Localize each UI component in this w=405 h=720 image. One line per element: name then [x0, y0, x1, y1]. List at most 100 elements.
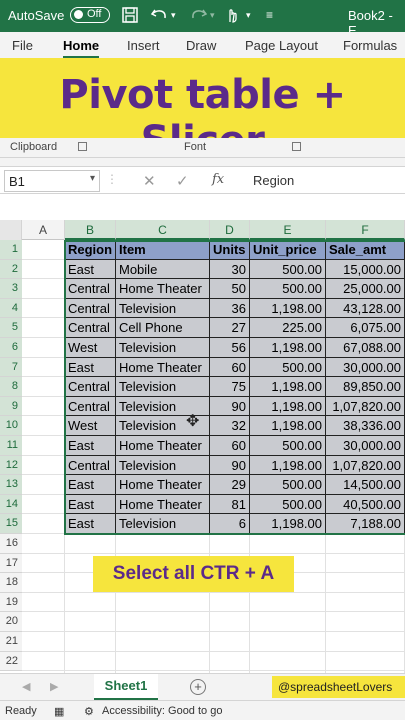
table-cell[interactable]: East	[65, 494, 116, 515]
table-cell[interactable]: Home Theater	[116, 475, 210, 495]
table-cell[interactable]: 30,000.00	[326, 436, 405, 456]
select-all-corner[interactable]	[0, 220, 22, 240]
touch-dropdown-icon[interactable]: ▾	[246, 6, 251, 24]
table-cell[interactable]: East	[65, 475, 116, 495]
row-header-21[interactable]: 21	[0, 632, 22, 652]
column-header-b[interactable]: B	[65, 220, 116, 240]
table-cell[interactable]: 40,500.00	[326, 494, 405, 515]
undo-dropdown-icon[interactable]: ▾	[171, 6, 176, 24]
table-cell[interactable]: 1,198.00	[250, 298, 326, 319]
table-cell[interactable]: Central	[65, 377, 116, 397]
column-header-f[interactable]: F	[326, 220, 405, 240]
undo-icon[interactable]	[150, 6, 170, 29]
table-cell[interactable]: East	[65, 259, 116, 280]
cancel-icon[interactable]: ✕	[143, 172, 156, 190]
table-cell[interactable]: 14,500.00	[326, 475, 405, 495]
table-cell[interactable]: 38,336.00	[326, 416, 405, 436]
row-header-18[interactable]: 18	[0, 573, 22, 593]
table-cell[interactable]: East	[65, 436, 116, 456]
table-cell[interactable]: Television	[116, 514, 210, 534]
table-cell[interactable]: 27	[210, 318, 250, 338]
prev-sheet-icon[interactable]: ◀	[22, 680, 30, 693]
table-cell[interactable]: 25,000.00	[326, 279, 405, 299]
table-cell[interactable]: Home Theater	[116, 279, 210, 299]
table-cell[interactable]: 75	[210, 377, 250, 397]
sheet-tab-sheet1[interactable]: Sheet1	[94, 674, 158, 701]
table-cell[interactable]: 1,198.00	[250, 455, 326, 476]
row-header-4[interactable]: 4	[0, 298, 22, 319]
table-cell[interactable]: Central	[65, 396, 116, 417]
table-cell[interactable]: 43,128.00	[326, 298, 405, 319]
column-header-c[interactable]: C	[116, 220, 210, 240]
table-header-cell[interactable]: Item	[116, 240, 210, 260]
touch-mode-icon[interactable]	[225, 6, 241, 29]
table-cell[interactable]: 500.00	[250, 279, 326, 299]
row-header-8[interactable]: 8	[0, 377, 22, 397]
table-cell[interactable]: 30	[210, 259, 250, 280]
table-cell[interactable]: 6	[210, 514, 250, 534]
table-cell[interactable]: 32	[210, 416, 250, 436]
table-cell[interactable]: Central	[65, 318, 116, 338]
save-icon[interactable]	[121, 6, 139, 29]
row-header-12[interactable]: 12	[0, 455, 22, 476]
table-cell[interactable]: Central	[65, 455, 116, 476]
table-cell[interactable]: Home Theater	[116, 357, 210, 378]
table-cell[interactable]: Home Theater	[116, 436, 210, 456]
tab-home[interactable]: Home	[63, 38, 100, 59]
next-sheet-icon[interactable]: ▶	[50, 680, 58, 693]
autosave-toggle[interactable]: Off	[70, 7, 110, 23]
row-header-20[interactable]: 20	[0, 612, 22, 632]
table-cell[interactable]: 7,188.00	[326, 514, 405, 534]
add-sheet-button[interactable]: +	[190, 679, 206, 695]
table-cell[interactable]: Television	[116, 455, 210, 476]
table-cell[interactable]: 56	[210, 338, 250, 358]
table-cell[interactable]: 89,850.00	[326, 377, 405, 397]
table-cell[interactable]: Central	[65, 298, 116, 319]
chevron-down-icon[interactable]: ▾	[90, 173, 95, 184]
column-header-e[interactable]: E	[250, 220, 326, 240]
row-header-3[interactable]: 3	[0, 279, 22, 299]
table-cell[interactable]: 500.00	[250, 494, 326, 515]
table-cell[interactable]: Central	[65, 279, 116, 299]
row-header-11[interactable]: 11	[0, 436, 22, 456]
row-header-22[interactable]: 22	[0, 651, 22, 672]
enter-icon[interactable]: ✓	[176, 172, 189, 190]
row-header-1[interactable]: 1	[0, 240, 22, 260]
row-header-6[interactable]: 6	[0, 338, 22, 358]
table-cell[interactable]: 50	[210, 279, 250, 299]
table-cell[interactable]: Mobile	[116, 259, 210, 280]
table-cell[interactable]: Home Theater	[116, 494, 210, 515]
tab-file[interactable]: File	[12, 38, 33, 53]
table-header-cell[interactable]: Units	[210, 240, 250, 260]
table-cell[interactable]: 1,198.00	[250, 514, 326, 534]
table-cell[interactable]: Television	[116, 298, 210, 319]
row-header-14[interactable]: 14	[0, 494, 22, 515]
table-header-cell[interactable]: Region	[65, 240, 116, 260]
tab-draw[interactable]: Draw	[186, 38, 216, 53]
row-header-15[interactable]: 15	[0, 514, 22, 534]
accessibility-status[interactable]: Accessibility: Good to go	[102, 705, 222, 717]
table-cell[interactable]: East	[65, 357, 116, 378]
table-cell[interactable]: 500.00	[250, 357, 326, 378]
table-cell[interactable]: 90	[210, 396, 250, 417]
row-header-13[interactable]: 13	[0, 475, 22, 495]
table-cell[interactable]: Television	[116, 377, 210, 397]
tab-insert[interactable]: Insert	[127, 38, 160, 53]
table-cell[interactable]: 30,000.00	[326, 357, 405, 378]
row-header-10[interactable]: 10	[0, 416, 22, 436]
table-cell[interactable]: 1,198.00	[250, 338, 326, 358]
column-header-d[interactable]: D	[210, 220, 250, 240]
row-header-9[interactable]: 9	[0, 396, 22, 417]
customize-qat-icon[interactable]: ≡	[266, 6, 273, 24]
table-cell[interactable]: Cell Phone	[116, 318, 210, 338]
table-cell[interactable]: 1,198.00	[250, 416, 326, 436]
row-header-16[interactable]: 16	[0, 534, 22, 554]
formula-input[interactable]: Region	[253, 173, 294, 188]
tab-formulas[interactable]: Formulas	[343, 38, 397, 53]
row-header-7[interactable]: 7	[0, 357, 22, 378]
row-header-5[interactable]: 5	[0, 318, 22, 338]
table-cell[interactable]: West	[65, 338, 116, 358]
table-cell[interactable]: West	[65, 416, 116, 436]
tab-page-layout[interactable]: Page Layout	[245, 38, 318, 53]
font-launcher-icon[interactable]	[292, 142, 301, 151]
